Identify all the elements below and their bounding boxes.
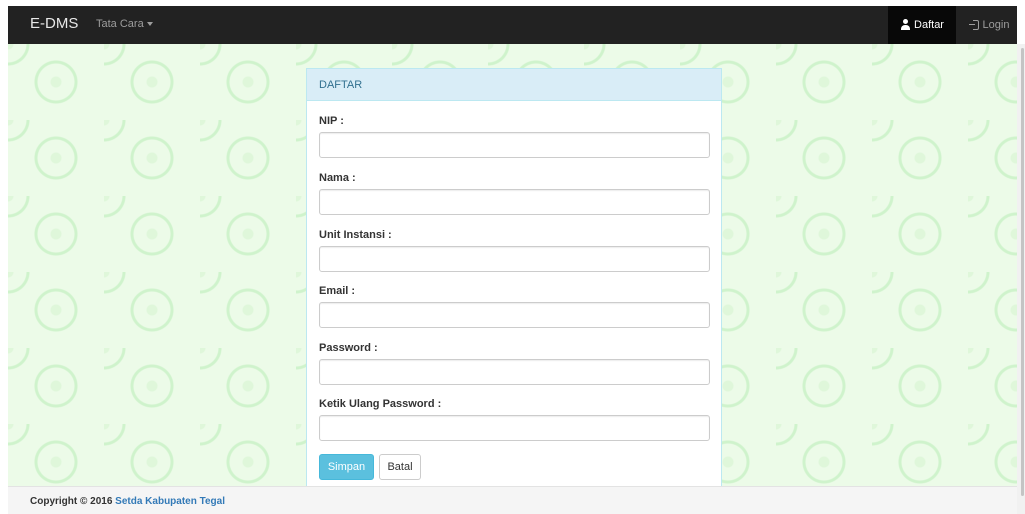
simpan-button[interactable]: Simpan: [319, 454, 374, 480]
copyright-text: Copyright © 2016: [30, 496, 113, 507]
login-icon: [968, 19, 980, 30]
nip-label: NIP :: [319, 115, 344, 127]
menu-tata-cara-label: Tata Cara: [96, 18, 144, 30]
panel-heading: DAFTAR: [307, 69, 721, 101]
unit-instansi-input[interactable]: [319, 246, 710, 272]
nama-input[interactable]: [319, 189, 710, 215]
register-panel: DAFTAR NIP : Nama : Unit Instansi : Emai…: [306, 68, 722, 486]
navbar: E-DMS Tata Cara Daftar Login: [8, 6, 1017, 44]
batal-button[interactable]: Batal: [379, 454, 421, 480]
email-label: Email :: [319, 285, 356, 297]
password-input[interactable]: [319, 359, 710, 385]
user-icon: [900, 18, 911, 30]
footer-text: Copyright © 2016 Setda Kabupaten Tegal: [30, 496, 225, 507]
nav-login[interactable]: Login: [964, 6, 1014, 44]
confirm-password-label: Ketik Ulang Password :: [319, 398, 442, 410]
menu-tata-cara[interactable]: Tata Cara: [96, 18, 153, 30]
nav-daftar[interactable]: Daftar: [888, 6, 956, 44]
unit-instansi-label: Unit Instansi :: [319, 229, 392, 241]
footer: Copyright © 2016 Setda Kabupaten Tegal: [8, 486, 1017, 514]
nip-input[interactable]: [319, 132, 710, 158]
nav-daftar-label: Daftar: [914, 19, 944, 31]
nama-label: Nama :: [319, 172, 356, 184]
confirm-password-input[interactable]: [319, 415, 710, 441]
footer-link[interactable]: Setda Kabupaten Tegal: [115, 496, 225, 507]
brand-logo[interactable]: E-DMS: [30, 15, 78, 32]
nav-login-label: Login: [982, 19, 1010, 31]
scrollbar-thumb[interactable]: [1021, 48, 1024, 496]
email-input[interactable]: [319, 302, 710, 328]
caret-down-icon: [146, 22, 153, 27]
password-label: Password :: [319, 342, 378, 354]
